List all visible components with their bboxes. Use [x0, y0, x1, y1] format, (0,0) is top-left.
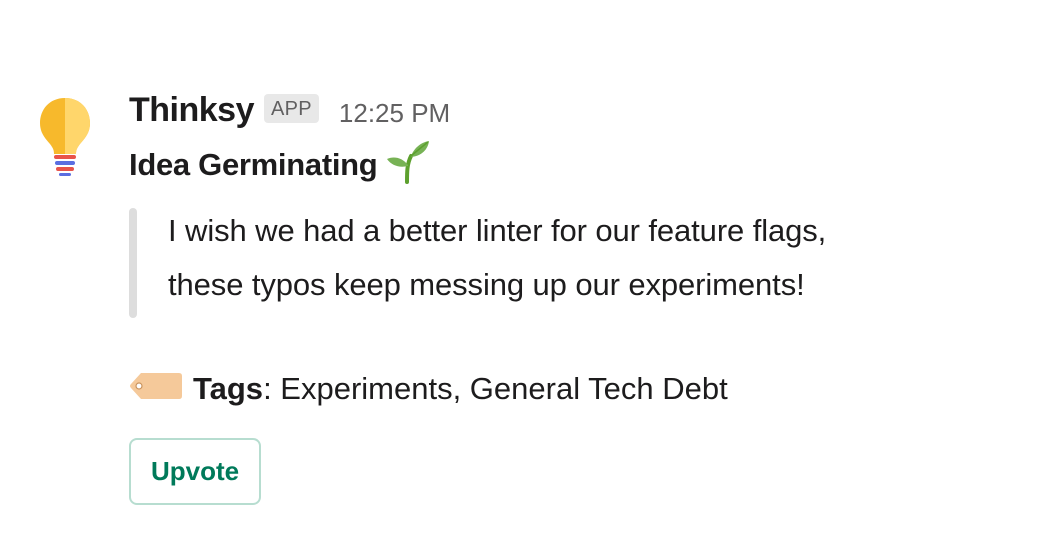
lightbulb-icon [40, 98, 90, 176]
tags-row: Tags : Experiments, General Tech Debt [129, 366, 1009, 412]
avatar[interactable] [22, 92, 108, 182]
quote-text: I wish we had a better linter for our fe… [168, 204, 826, 318]
sender-name[interactable]: Thinksy [129, 91, 254, 130]
quote-bar [129, 208, 137, 318]
actions: Upvote [129, 438, 1009, 505]
tag-icon [129, 370, 183, 410]
upvote-button[interactable]: Upvote [129, 438, 262, 505]
tags-label: Tags [193, 371, 264, 406]
message-header: Thinksy APP 12:25 PM [129, 88, 1009, 132]
timestamp[interactable]: 12:25 PM [339, 98, 450, 129]
headline-text: Idea Germinating [129, 147, 378, 182]
sprout-icon [385, 138, 431, 189]
message: Thinksy APP 12:25 PM Idea Germinating I … [0, 0, 1037, 541]
quote-block: I wish we had a better linter for our fe… [129, 208, 1009, 318]
headline: Idea Germinating [129, 140, 1009, 188]
message-content: Thinksy APP 12:25 PM Idea Germinating I … [129, 88, 1009, 505]
tags-separator: : [263, 371, 281, 406]
quote-line: I wish we had a better linter for our fe… [168, 213, 827, 248]
tags-values: Experiments, General Tech Debt [280, 371, 728, 406]
app-badge: APP [263, 93, 319, 123]
quote-line: these typos keep messing up our experime… [168, 267, 805, 302]
